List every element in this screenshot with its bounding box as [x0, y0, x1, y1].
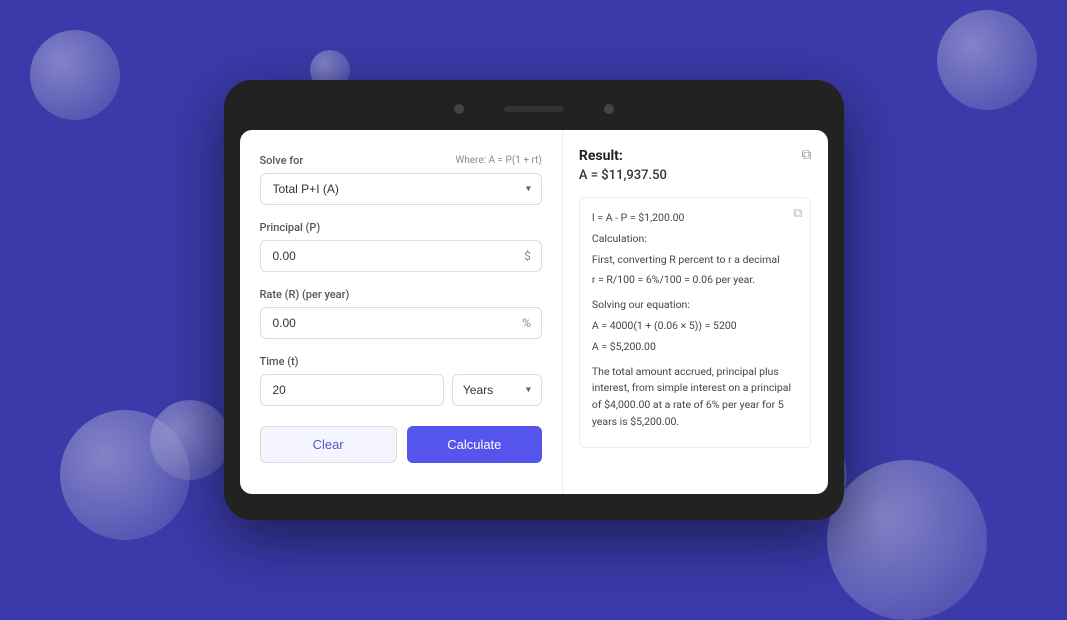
bg-bubble-1	[30, 30, 120, 120]
result-detail-copy-icon[interactable]: ⧉	[793, 206, 802, 221]
bg-bubble-5	[150, 400, 230, 480]
result-line-7: A = 4000(1 + (0.06 × 5)) = 5200	[592, 318, 799, 335]
tablet-speaker	[504, 106, 564, 112]
tablet-top-bar	[240, 98, 828, 120]
time-row: Years Months Days ▾	[260, 374, 542, 406]
rate-input-wrapper: %	[260, 307, 542, 339]
calculator-panel: Solve for Where: A = P(1 + rt) Total P+I…	[240, 130, 563, 494]
result-title: Result:	[579, 148, 623, 164]
rate-input[interactable]	[261, 308, 541, 338]
result-section-2: Solving our equation: A = 4000(1 + (0.06…	[592, 297, 799, 355]
button-row: Clear Calculate	[260, 426, 542, 463]
tablet-mic	[604, 104, 614, 114]
time-unit-select[interactable]: Years Months Days	[453, 375, 541, 405]
solve-for-group: Solve for Where: A = P(1 + rt) Total P+I…	[260, 154, 542, 205]
calculate-button[interactable]: Calculate	[407, 426, 542, 463]
bg-bubble-3	[937, 10, 1037, 110]
time-label: Time (t)	[260, 355, 542, 368]
time-group: Time (t) Years Months Days ▾	[260, 355, 542, 406]
principal-suffix: $	[524, 249, 531, 263]
time-unit-select-wrapper[interactable]: Years Months Days ▾	[452, 374, 542, 406]
solve-for-select[interactable]: Total P+I (A) Principal (P) Rate (R) Tim…	[261, 174, 541, 204]
result-header: Result: ⧉	[579, 148, 812, 164]
solve-for-formula: Where: A = P(1 + rt)	[455, 155, 542, 166]
principal-label: Principal (P)	[260, 221, 542, 234]
clear-button[interactable]: Clear	[260, 426, 397, 463]
solve-for-label: Solve for	[260, 154, 304, 167]
rate-group: Rate (R) (per year) %	[260, 288, 542, 339]
result-detail-text: I = A - P = $1,200.00 Calculation: First…	[592, 210, 799, 431]
result-detail-box: ⧉ I = A - P = $1,200.00 Calculation: Fir…	[579, 197, 812, 448]
solve-for-select-wrapper[interactable]: Total P+I (A) Principal (P) Rate (R) Tim…	[260, 173, 542, 205]
rate-suffix: %	[522, 316, 531, 330]
result-panel: Result: ⧉ A = $11,937.50 ⧉ I = A - P = $…	[563, 130, 828, 494]
time-input[interactable]	[261, 375, 443, 405]
time-input-wrapper	[260, 374, 444, 406]
result-line-1: I = A - P = $1,200.00	[592, 210, 799, 227]
tablet: Solve for Where: A = P(1 + rt) Total P+I…	[224, 80, 844, 520]
result-line-8: A = $5,200.00	[592, 339, 799, 356]
result-line-3: First, converting R percent to r a decim…	[592, 252, 799, 269]
result-value: A = $11,937.50	[579, 168, 812, 183]
result-line-4: r = R/100 = 6%/100 = 0.06 per year.	[592, 272, 799, 289]
bg-bubble-6	[827, 460, 987, 620]
rate-label: Rate (R) (per year)	[260, 288, 542, 301]
tablet-camera	[454, 104, 464, 114]
result-line-10: The total amount accrued, principal plus…	[592, 364, 799, 431]
result-line-6: Solving our equation:	[592, 297, 799, 314]
principal-group: Principal (P) $	[260, 221, 542, 272]
copy-icon[interactable]: ⧉	[801, 148, 811, 162]
tablet-screen: Solve for Where: A = P(1 + rt) Total P+I…	[240, 130, 828, 494]
result-section-3: The total amount accrued, principal plus…	[592, 364, 799, 431]
solve-for-header: Solve for Where: A = P(1 + rt)	[260, 154, 542, 167]
principal-input[interactable]	[261, 241, 541, 271]
principal-input-wrapper: $	[260, 240, 542, 272]
result-line-2: Calculation:	[592, 231, 799, 248]
